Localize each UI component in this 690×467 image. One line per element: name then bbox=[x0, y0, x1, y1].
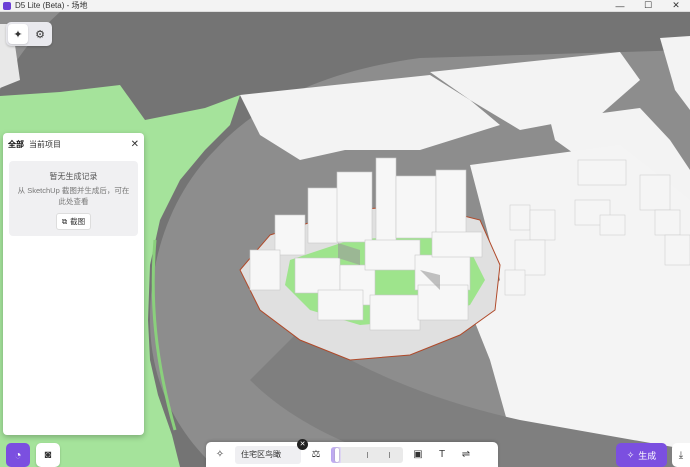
close-panel-button[interactable]: ✕ bbox=[131, 139, 139, 150]
capture-button[interactable]: ◙ bbox=[36, 443, 60, 467]
empty-title: 暂无生成记录 bbox=[49, 172, 98, 181]
settings-icon[interactable]: ⚙ bbox=[30, 24, 50, 44]
tab-all[interactable]: 全部 bbox=[8, 139, 24, 150]
camera-icon: ◙ bbox=[44, 449, 52, 461]
window-title: D5 Lite (Beta) - 场地 bbox=[15, 0, 88, 10]
d5-logo-icon bbox=[3, 1, 11, 10]
strength-handle[interactable] bbox=[335, 447, 339, 462]
sliders-icon[interactable]: ⇌ bbox=[457, 446, 475, 464]
style-preset-field[interactable]: 住宅区鸟瞰 ✕ bbox=[235, 438, 308, 464]
maximize-button[interactable]: ☐ bbox=[634, 0, 662, 12]
window-controls: — ☐ ✕ bbox=[606, 0, 690, 12]
title-bar: D5 Lite (Beta) - 场地 — ☐ ✕ bbox=[0, 0, 690, 12]
clear-preset-button[interactable]: ✕ bbox=[297, 438, 308, 450]
preset-label: 住宅区鸟瞰 bbox=[241, 450, 281, 459]
strength-slider[interactable] bbox=[331, 446, 403, 463]
sparkle-icon[interactable]: ✦ bbox=[8, 24, 28, 44]
image-icon[interactable]: ▣ bbox=[409, 446, 427, 464]
view-mode-toggle[interactable]: ✦ ⚙ bbox=[6, 22, 52, 46]
clock-icon: ◔ bbox=[14, 448, 22, 462]
history-tabs: 全部 当前项目 ✕ bbox=[3, 133, 144, 155]
download-button[interactable]: ⤓ bbox=[672, 443, 690, 467]
generate-label: 生成 bbox=[638, 450, 657, 461]
strength-tick bbox=[367, 451, 368, 458]
sparkle-icon[interactable]: ✧ bbox=[211, 446, 229, 464]
strength-tick bbox=[389, 451, 390, 458]
history-panel: 全部 当前项目 ✕ 暂无生成记录 从 SketchUp 截图并生成后，可在此处查… bbox=[3, 133, 144, 435]
close-window-button[interactable]: ✕ bbox=[662, 0, 690, 12]
download-icon: ⤓ bbox=[678, 449, 684, 461]
empty-description: 从 SketchUp 截图并生成后，可在此处查看 bbox=[17, 186, 130, 206]
text-icon[interactable]: T bbox=[433, 446, 451, 464]
sparkle-icon: ✧ bbox=[626, 449, 635, 460]
minimize-button[interactable]: — bbox=[606, 0, 634, 12]
bottom-toolbar: ✧ 住宅区鸟瞰 ✕ ⚖ ▣ T ⇌ bbox=[206, 438, 498, 467]
screenshot-button-label: 截图 bbox=[70, 217, 86, 226]
history-button[interactable]: ◔ bbox=[6, 443, 30, 467]
empty-state-card: 暂无生成记录 从 SketchUp 截图并生成后，可在此处查看 ⧉ 截图 bbox=[9, 161, 138, 236]
tab-current-project[interactable]: 当前项目 bbox=[29, 139, 61, 150]
generate-button[interactable]: ✧ 生成 bbox=[616, 443, 667, 467]
balance-icon[interactable]: ⚖ bbox=[307, 446, 325, 464]
screenshot-icon: ⧉ bbox=[61, 216, 68, 226]
screenshot-button[interactable]: ⧉ 截图 bbox=[55, 213, 92, 230]
